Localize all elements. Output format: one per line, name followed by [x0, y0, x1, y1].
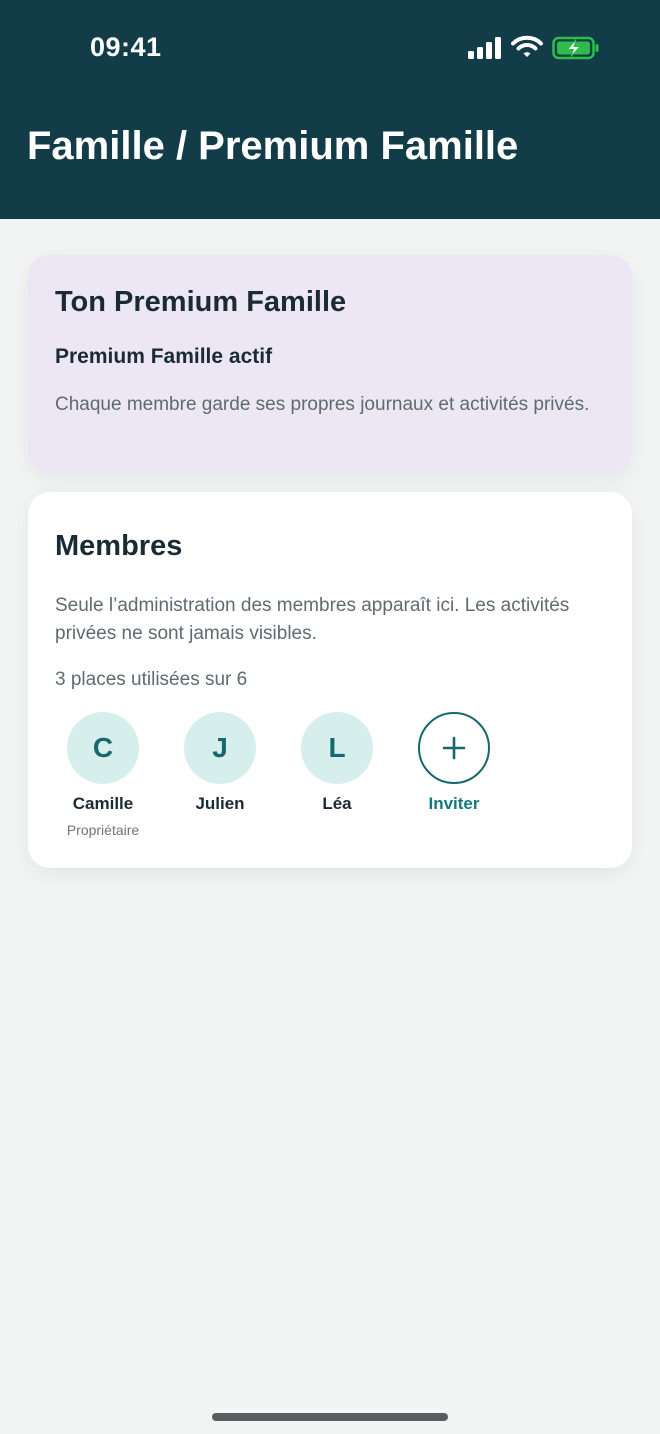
home-indicator: [212, 1413, 448, 1421]
avatar: J: [184, 712, 256, 784]
member-camille[interactable]: C Camille Propriétaire: [43, 712, 163, 838]
plus-icon: [442, 736, 466, 760]
page-title: Famille / Premium Famille: [27, 124, 519, 168]
member-role: Propriétaire: [66, 822, 140, 838]
screen: 09:41 Famille / Premium Famille Ton Prem…: [0, 0, 660, 1434]
members-card: Membres Seule l’administration des membr…: [28, 492, 632, 868]
status-bar: 09:41: [0, 0, 660, 96]
members-card-title: Membres: [55, 530, 183, 562]
invite-avatar[interactable]: [418, 712, 490, 784]
signal-icon: [468, 37, 501, 59]
member-name: Léa: [322, 794, 352, 813]
member-lea[interactable]: L Léa: [277, 712, 397, 814]
app-header: 09:41 Famille / Premium Famille: [0, 0, 660, 219]
battery-charging-icon: [552, 36, 599, 60]
avatar: L: [301, 712, 373, 784]
premium-description: Chaque membre garde ses propres journaux…: [55, 394, 590, 415]
invite-member-button[interactable]: Inviter: [394, 712, 514, 814]
member-julien[interactable]: J Julien: [160, 712, 280, 814]
premium-card-title: Ton Premium Famille: [55, 286, 347, 318]
member-name: Julien: [195, 794, 245, 813]
status-time: 09:41: [90, 32, 162, 62]
seats-usage-text: 3 places utilisées sur 6: [55, 669, 248, 690]
wifi-icon: [511, 35, 543, 57]
avatar: C: [67, 712, 139, 784]
premium-status-text: Premium Famille actif: [55, 345, 273, 368]
invite-label: Inviter: [428, 794, 480, 813]
member-name: Camille: [72, 794, 134, 813]
premium-status-card: Ton Premium Famille Premium Famille acti…: [28, 255, 632, 473]
members-description: Seule l’administration des membres appar…: [55, 595, 570, 644]
